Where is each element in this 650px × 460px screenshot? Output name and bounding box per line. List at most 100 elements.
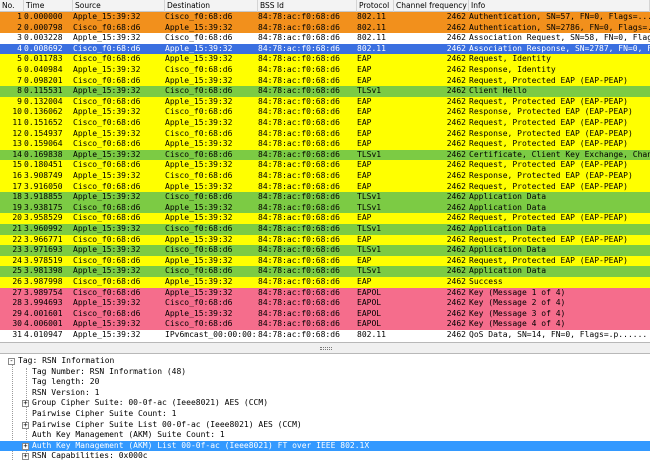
- packet-bssid: 84:78:ac:f0:68:d6: [258, 287, 340, 297]
- packet-row[interactable]: 3 0.003228 Apple_15:39:32 Cisco_f0:68:d6 84:…: [0, 33, 650, 44]
- packet-protocol: EAP: [357, 107, 372, 117]
- packet-number: 21: [12, 224, 22, 233]
- packet-destination: Cisco_f0:68:d6: [165, 65, 233, 74]
- packet-row[interactable]: 23 3.971693 Apple_15:39:32 Cisco_f0:68:d6 84…: [0, 245, 650, 256]
- packet-bssid: 84:78:ac:f0:68:d6: [258, 86, 340, 96]
- packet-row[interactable]: 2 0.000798 Cisco_f0:68:d6 Apple_15:39:32 84:…: [0, 22, 650, 34]
- pane-splitter[interactable]: [0, 342, 650, 354]
- detail-line[interactable]: Auth Key Management (AKM) Suite Count: 1: [0, 430, 650, 441]
- detail-line[interactable]: Pairwise Cipher Suite Count: 1: [0, 409, 650, 420]
- packet-row[interactable]: 4 0.008692 Cisco_f0:68:d6 Apple_15:39:32 84:…: [0, 43, 650, 55]
- packet-number: 5: [17, 54, 22, 64]
- packet-protocol: EAP: [357, 128, 372, 138]
- packet-info: Key (Message 2 of 4): [469, 298, 566, 308]
- packet-row[interactable]: 24 3.978519 Cisco_f0:68:d6 Apple_15:39:32 84…: [0, 255, 650, 267]
- packet-row[interactable]: 28 3.994693 Apple_15:39:32 Cisco_f0:68:d6 84…: [0, 298, 650, 309]
- packet-row[interactable]: 14 0.169838 Apple_15:39:32 Cisco_f0:68:d6 84…: [0, 149, 650, 161]
- packet-bssid: 84:78:ac:f0:68:d6: [258, 234, 340, 244]
- packet-row[interactable]: 27 3.989754 Cisco_f0:68:d6 Apple_15:39:32 84…: [0, 287, 650, 299]
- expand-icon[interactable]: +: [22, 400, 29, 408]
- column-header-time[interactable]: Time: [24, 0, 73, 12]
- column-header-source[interactable]: Source: [73, 0, 165, 12]
- packet-row[interactable]: 26 3.987998 Cisco_f0:68:d6 Apple_15:39:32 84…: [0, 277, 650, 288]
- packet-details-tree[interactable]: - Tag: RSN Information Tag Number: RSN Inf…: [0, 354, 650, 460]
- detail-line[interactable]: RSN Version: 1: [0, 388, 650, 399]
- packet-row[interactable]: 1 0.000000 Apple_15:39:32 Cisco_f0:68:d6 84:…: [0, 12, 650, 23]
- packet-source: Cisco_f0:68:d6: [73, 277, 141, 286]
- packet-row[interactable]: 11 0.151652 Cisco_f0:68:d6 Apple_15:39:32 84…: [0, 118, 650, 129]
- packet-bssid: 84:78:ac:f0:68:d6: [258, 213, 340, 223]
- packet-time: 3.978519: [24, 255, 63, 265]
- packet-row[interactable]: 15 0.180451 Cisco_f0:68:d6 Apple_15:39:32 84…: [0, 160, 650, 171]
- packet-row[interactable]: 9 0.132004 Cisco_f0:68:d6 Apple_15:39:32 84:…: [0, 96, 650, 108]
- packet-info: Application Data: [469, 245, 547, 255]
- packet-list[interactable]: No. Time Source Destination BSS Id Proto…: [0, 0, 650, 342]
- packet-frequency: 2462: [446, 12, 466, 21]
- packet-time: 3.908749: [24, 171, 63, 180]
- packet-row[interactable]: 25 3.981398 Apple_15:39:32 Cisco_f0:68:d6 84…: [0, 266, 650, 277]
- column-header-no[interactable]: No.: [0, 0, 24, 12]
- detail-line[interactable]: + RSN Capabilities: 0x000c: [0, 451, 650, 460]
- packet-frequency: 2462: [446, 86, 466, 96]
- packet-time: 0.154937: [24, 128, 63, 138]
- packet-row[interactable]: 8 0.115531 Apple_15:39:32 Cisco_f0:68:d6 84:…: [0, 86, 650, 97]
- packet-source: Cisco_f0:68:d6: [73, 213, 141, 223]
- expand-icon[interactable]: +: [22, 453, 29, 460]
- packet-protocol: EAP: [357, 160, 372, 170]
- packet-row[interactable]: 20 3.958529 Cisco_f0:68:d6 Apple_15:39:32 84…: [0, 213, 650, 224]
- packet-source: Cisco_f0:68:d6: [73, 54, 141, 64]
- packet-number: 15: [12, 160, 22, 170]
- expand-icon[interactable]: +: [22, 421, 29, 429]
- packet-destination: Apple_15:39:32: [165, 213, 233, 223]
- packet-bssid: 84:78:ac:f0:68:d6: [258, 277, 340, 286]
- packet-protocol: 802.11: [357, 330, 386, 339]
- packet-time: 3.971693: [24, 245, 63, 255]
- detail-line[interactable]: + Pairwise Cipher Suite List 00-0f-ac (Ie…: [0, 420, 650, 431]
- expand-icon[interactable]: +: [22, 442, 29, 450]
- packet-row[interactable]: 30 4.006001 Apple_15:39:32 Cisco_f0:68:d6 84…: [0, 319, 650, 330]
- detail-line[interactable]: + Group Cipher Suite: 00-0f-ac (Ieee8021)…: [0, 398, 650, 409]
- detail-line[interactable]: Tag Number: RSN Information (48): [0, 367, 650, 378]
- packet-row[interactable]: 12 0.154937 Apple_15:39:32 Cisco_f0:68:d6 84…: [0, 128, 650, 140]
- packet-row[interactable]: 29 4.001601 Cisco_f0:68:d6 Apple_15:39:32 84…: [0, 308, 650, 320]
- packet-bssid: 84:78:ac:f0:68:d6: [258, 107, 340, 117]
- packet-row[interactable]: 7 0.098201 Cisco_f0:68:d6 Apple_15:39:32 84:…: [0, 75, 650, 87]
- packet-protocol: 802.11: [357, 33, 386, 43]
- packet-row[interactable]: 17 3.916050 Cisco_f0:68:d6 Apple_15:39:32 84…: [0, 181, 650, 193]
- packet-row[interactable]: 13 0.159064 Cisco_f0:68:d6 Apple_15:39:32 84…: [0, 139, 650, 150]
- detail-text: Group Cipher Suite: 00-0f-ac (Ieee8021) …: [32, 398, 269, 408]
- packet-info: Key (Message 1 of 4): [469, 287, 566, 297]
- detail-line[interactable]: - Tag: RSN Information: [0, 356, 650, 367]
- packet-source: Cisco_f0:68:d6: [73, 75, 141, 85]
- column-header-destination[interactable]: Destination: [165, 0, 258, 12]
- packet-row[interactable]: 18 3.918855 Apple_15:39:32 Cisco_f0:68:d6 84…: [0, 192, 650, 203]
- packet-row[interactable]: 5 0.011783 Cisco_f0:68:d6 Apple_15:39:32 84:…: [0, 54, 650, 65]
- detail-line[interactable]: + Auth Key Management (AKM) List 00-0f-ac…: [0, 440, 650, 452]
- packet-row[interactable]: 21 3.960992 Apple_15:39:32 Cisco_f0:68:d6 84…: [0, 224, 650, 235]
- packet-protocol: EAP: [357, 139, 372, 149]
- packet-row[interactable]: 6 0.040984 Apple_15:39:32 Cisco_f0:68:d6 84:…: [0, 65, 650, 76]
- packet-row[interactable]: 16 3.908749 Apple_15:39:32 Cisco_f0:68:d6 84…: [0, 171, 650, 182]
- packet-row[interactable]: 22 3.966771 Cisco_f0:68:d6 Apple_15:39:32 84…: [0, 234, 650, 246]
- packet-row[interactable]: 19 3.938175 Cisco_f0:68:d6 Apple_15:39:32 84…: [0, 202, 650, 214]
- packet-destination: Cisco_f0:68:d6: [165, 107, 233, 117]
- packet-bssid: 84:78:ac:f0:68:d6: [258, 22, 340, 32]
- packet-source: Cisco_f0:68:d6: [73, 118, 141, 127]
- packet-frequency: 2462: [446, 255, 466, 265]
- packet-protocol: TLSv1: [357, 202, 382, 212]
- packet-info: Application Data: [469, 266, 547, 276]
- packet-time: 3.981398: [24, 266, 63, 276]
- column-header-channel-frequency[interactable]: Channel frequency: [394, 0, 469, 12]
- packet-time: 3.994693: [24, 298, 63, 308]
- column-header-protocol[interactable]: Protocol: [357, 0, 394, 12]
- column-header-info[interactable]: Info: [469, 0, 650, 12]
- packet-number: 29: [12, 308, 22, 318]
- packet-source: Apple_15:39:32: [73, 319, 141, 329]
- packet-row[interactable]: 10 0.136062 Apple_15:39:32 Cisco_f0:68:d6 84…: [0, 107, 650, 118]
- packet-source: Apple_15:39:32: [73, 298, 141, 308]
- collapse-icon[interactable]: -: [8, 358, 15, 365]
- packet-row[interactable]: 31 4.010947 Apple_15:39:32 IPv6mcast_00:00:…: [0, 330, 650, 341]
- column-header-bssid[interactable]: BSS Id: [258, 0, 357, 12]
- packet-time: 3.958529: [24, 213, 63, 223]
- detail-line[interactable]: Tag length: 20: [0, 377, 650, 388]
